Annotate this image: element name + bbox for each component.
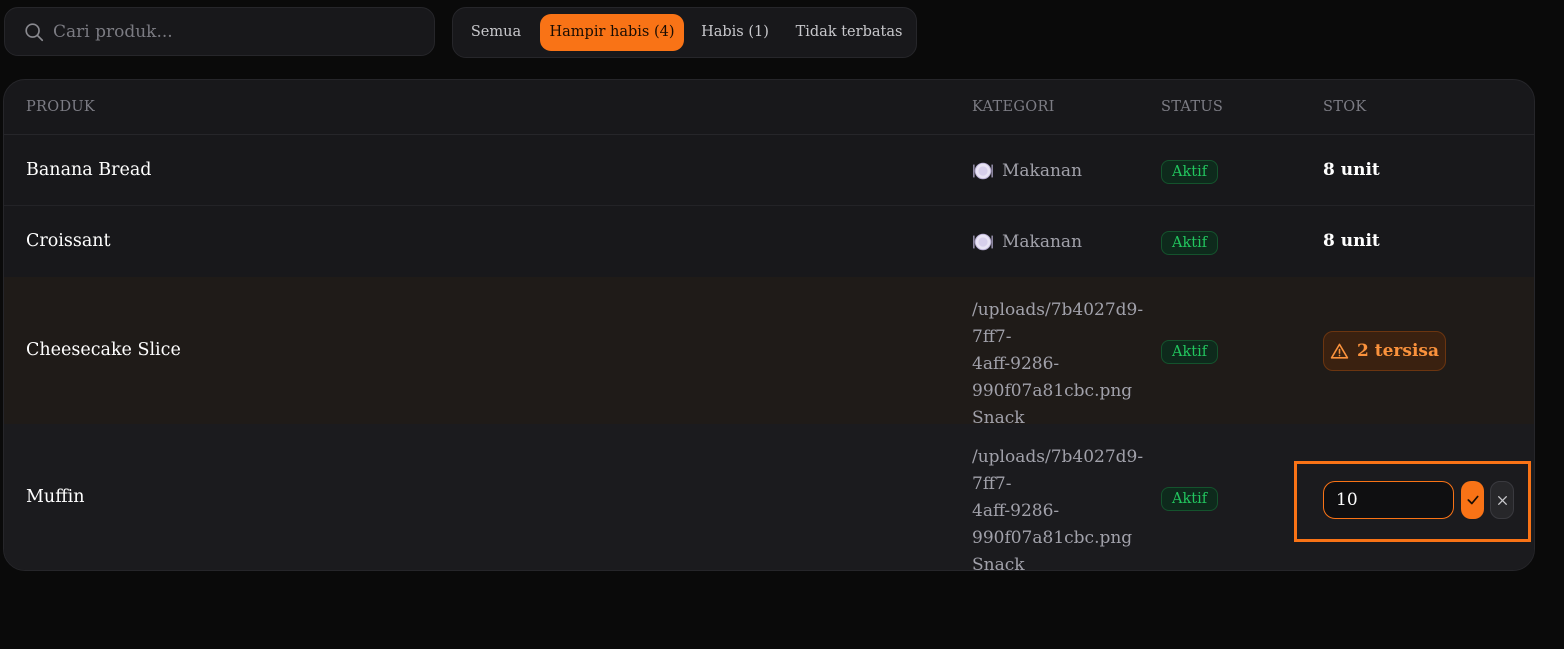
low-stock-badge[interactable]: 2 tersisa	[1323, 331, 1446, 371]
stock-value[interactable]: 8 unit	[1323, 160, 1380, 180]
category-cell: /uploads/7b4027d9-7ff7- 4aff-9286- 990f0…	[972, 444, 1172, 571]
table-row[interactable]: Cheesecake Slice /uploads/7b4027d9-7ff7-…	[4, 277, 1534, 428]
table-row[interactable]: Croissant Makanan Aktif 8 unit	[4, 206, 1534, 277]
search-icon	[25, 23, 44, 42]
search-input[interactable]	[53, 8, 423, 55]
column-header-product[interactable]: PRODUK	[26, 99, 95, 115]
product-name: Cheesecake Slice	[26, 340, 181, 360]
category-line: /uploads/7b4027d9-7ff7-	[972, 447, 1144, 494]
status-badge: Aktif	[1161, 340, 1219, 364]
product-name: Croissant	[26, 231, 111, 251]
category-label: Makanan	[1002, 232, 1083, 252]
search-box[interactable]	[4, 7, 435, 56]
category-line: 990f07a81cbc.png	[972, 381, 1133, 401]
tab-hampir-habis[interactable]: Hampir habis (4)	[540, 14, 684, 51]
plate-icon	[973, 233, 993, 251]
status-badge: Aktif	[1161, 160, 1219, 184]
category-label: Makanan	[1002, 161, 1083, 181]
tab-habis[interactable]: Habis (1)	[691, 14, 779, 51]
confirm-button[interactable]	[1461, 481, 1484, 519]
stock-edit-form	[1294, 461, 1531, 542]
column-header-category[interactable]: KATEGORI	[972, 99, 1055, 115]
category-label: Snack	[972, 555, 1025, 571]
status-badge: Aktif	[1161, 231, 1219, 255]
plate-icon	[973, 162, 993, 180]
close-icon	[1497, 495, 1507, 505]
column-header-stock[interactable]: STOK	[1323, 99, 1367, 115]
warning-icon	[1330, 343, 1349, 359]
stock-edit-input[interactable]	[1323, 481, 1454, 519]
category-line: 990f07a81cbc.png	[972, 528, 1133, 548]
stock-value[interactable]: 8 unit	[1323, 231, 1380, 251]
cancel-button[interactable]	[1490, 481, 1514, 519]
status-badge: Aktif	[1161, 487, 1219, 511]
check-icon	[1466, 495, 1479, 505]
product-name: Banana Bread	[26, 160, 152, 180]
category-line: /uploads/7b4027d9-7ff7-	[972, 300, 1144, 347]
tab-semua[interactable]: Semua	[459, 14, 533, 51]
category-line: 4aff-9286-	[972, 501, 1060, 521]
column-header-status[interactable]: STATUS	[1161, 99, 1223, 115]
category-cell: Makanan	[972, 231, 1082, 253]
table-row[interactable]: Banana Bread Makanan Aktif 8 unit	[4, 135, 1534, 206]
category-line: 4aff-9286-	[972, 354, 1060, 374]
tab-tidak-terbatas[interactable]: Tidak terbatas	[787, 14, 911, 51]
category-cell: /uploads/7b4027d9-7ff7- 4aff-9286- 990f0…	[972, 297, 1172, 432]
filter-tabs: Semua Hampir habis (4) Habis (1) Tidak t…	[452, 7, 917, 58]
low-stock-label: 2 tersisa	[1357, 341, 1439, 361]
product-name: Muffin	[26, 487, 85, 507]
category-cell: Makanan	[972, 160, 1082, 182]
